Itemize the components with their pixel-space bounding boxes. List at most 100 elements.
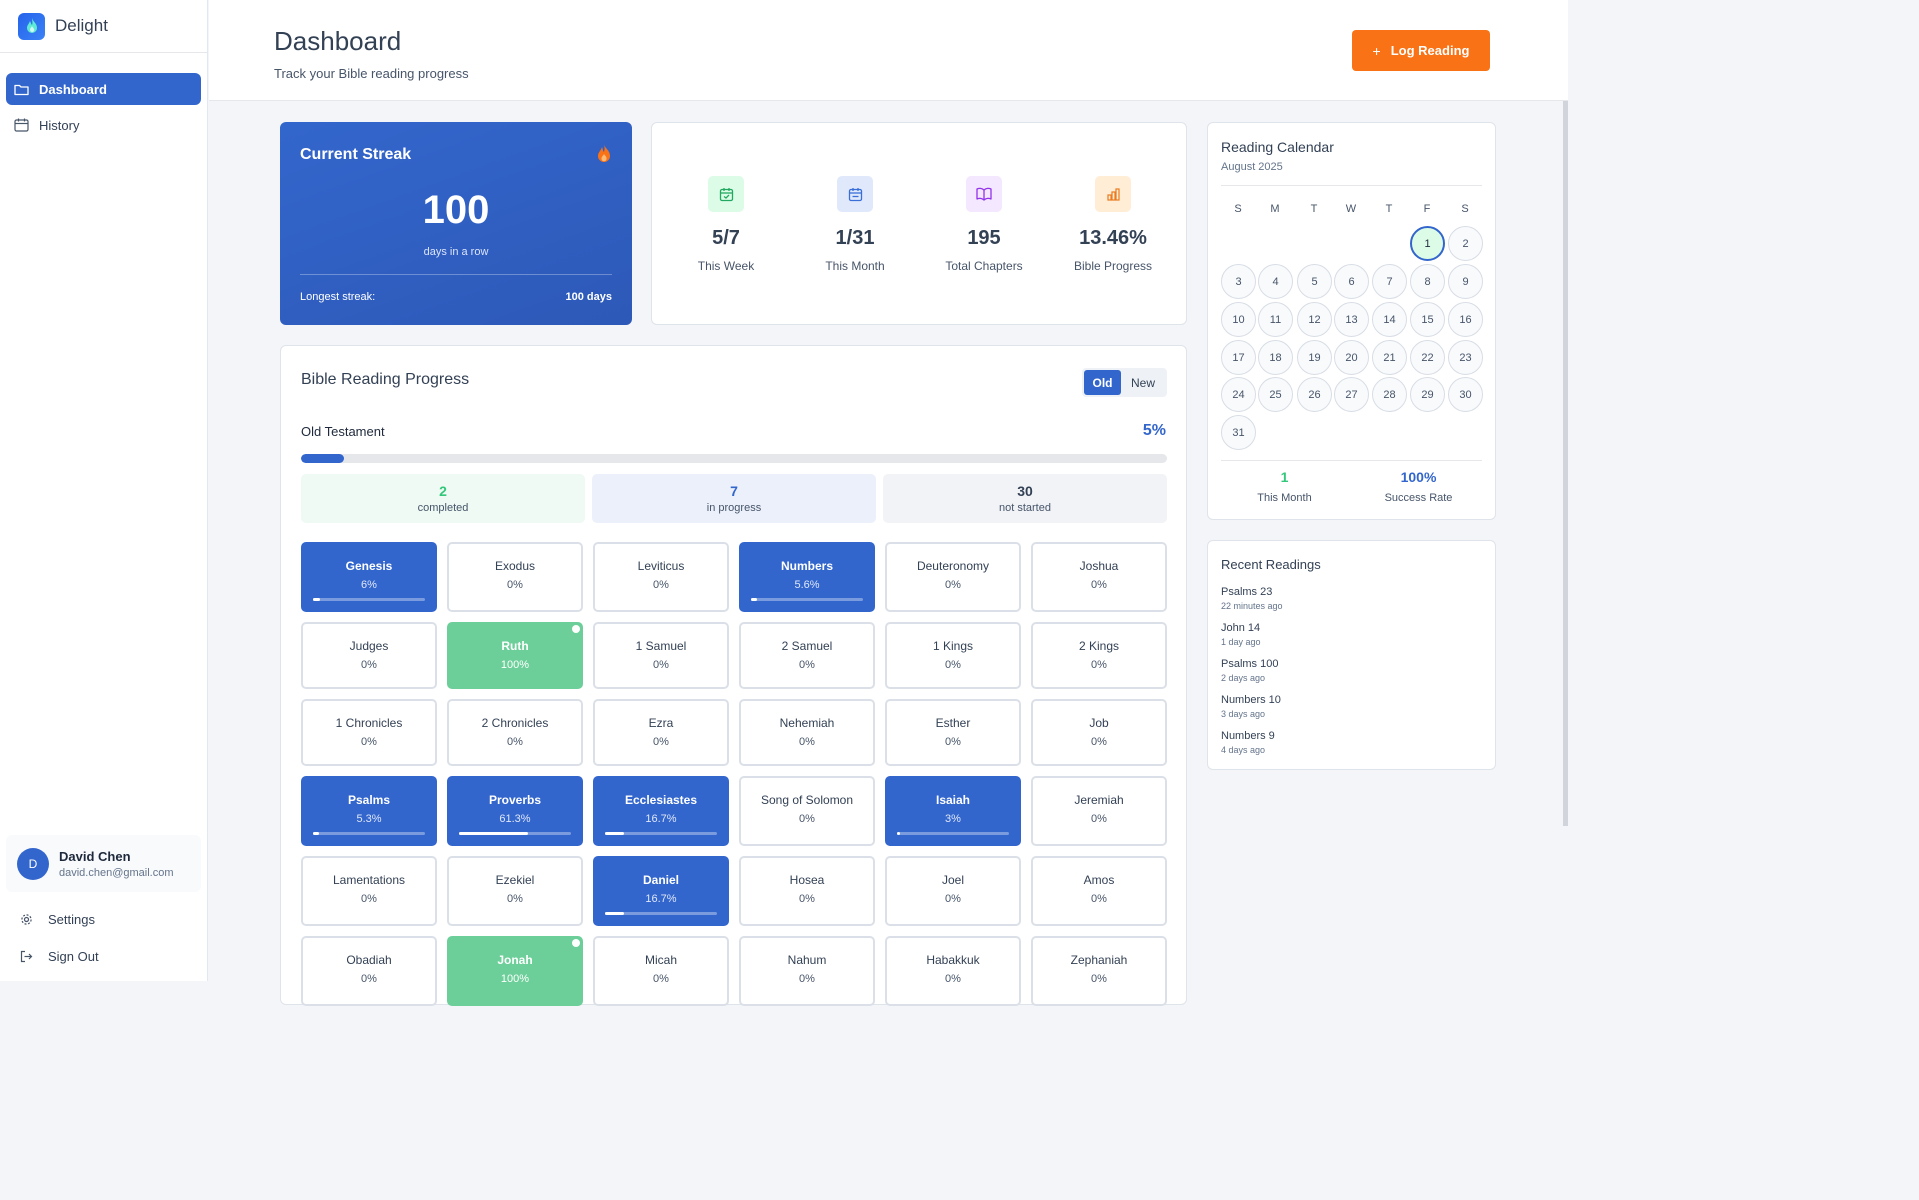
book-card-2-kings[interactable]: 2 Kings 0%	[1031, 622, 1167, 689]
calendar-day[interactable]: 14	[1372, 302, 1407, 337]
recent-item[interactable]: Psalms 100 2 days ago	[1221, 658, 1278, 683]
book-card-jonah[interactable]: Jonah 100%	[447, 936, 583, 1006]
sign-out-link[interactable]: Sign Out	[20, 949, 99, 964]
toggle-old-button[interactable]: Old	[1084, 370, 1121, 395]
calendar-icon	[837, 176, 873, 212]
calendar-day[interactable]: 28	[1372, 377, 1407, 412]
toggle-new-button[interactable]: New	[1123, 370, 1163, 395]
book-card-deuteronomy[interactable]: Deuteronomy 0%	[885, 542, 1021, 612]
book-card-daniel[interactable]: Daniel 16.7%	[593, 856, 729, 926]
book-card-song-of-solomon[interactable]: Song of Solomon 0%	[739, 776, 875, 846]
calendar-day[interactable]: 23	[1448, 340, 1483, 375]
progress-fill	[313, 598, 320, 601]
recent-item[interactable]: Numbers 9 4 days ago	[1221, 730, 1275, 755]
calendar-day[interactable]: 22	[1410, 340, 1445, 375]
sidebar-item-dashboard[interactable]: Dashboard	[6, 73, 201, 105]
book-name: Lamentations	[332, 873, 406, 887]
book-card-2-samuel[interactable]: 2 Samuel 0%	[739, 622, 875, 689]
calendar-day[interactable]: 2	[1448, 226, 1483, 261]
book-card-leviticus[interactable]: Leviticus 0%	[593, 542, 729, 612]
calendar-day[interactable]: 1	[1410, 226, 1445, 261]
calendar-day[interactable]: 18	[1258, 340, 1293, 375]
book-card-habakkuk[interactable]: Habakkuk 0%	[885, 936, 1021, 1006]
calendar-day[interactable]: 29	[1410, 377, 1445, 412]
calendar-day[interactable]: 11	[1258, 302, 1293, 337]
calendar-day[interactable]: 6	[1334, 264, 1369, 299]
calendar-day[interactable]: 13	[1334, 302, 1369, 337]
settings-link[interactable]: Settings	[20, 912, 95, 927]
calendar-day[interactable]: 24	[1221, 377, 1256, 412]
book-card-1-chronicles[interactable]: 1 Chronicles 0%	[301, 699, 437, 766]
book-card-nehemiah[interactable]: Nehemiah 0%	[739, 699, 875, 766]
divider	[1221, 460, 1482, 461]
progress-fill	[897, 832, 901, 835]
calendar-day[interactable]: 9	[1448, 264, 1483, 299]
calendar-day[interactable]: 7	[1372, 264, 1407, 299]
book-card-numbers[interactable]: Numbers 5.6%	[739, 542, 875, 612]
weekday-label: F	[1423, 203, 1431, 215]
book-card-2-chronicles[interactable]: 2 Chronicles 0%	[447, 699, 583, 766]
calendar-day[interactable]: 19	[1297, 340, 1332, 375]
book-card-judges[interactable]: Judges 0%	[301, 622, 437, 689]
book-card-micah[interactable]: Micah 0%	[593, 936, 729, 1006]
book-card-joel[interactable]: Joel 0%	[885, 856, 1021, 926]
longest-streak-value: 100 days	[565, 291, 612, 303]
calendar-day[interactable]: 15	[1410, 302, 1445, 337]
book-card-proverbs[interactable]: Proverbs 61.3%	[447, 776, 583, 846]
recent-item-name: Numbers 10	[1221, 694, 1281, 706]
calendar-day[interactable]: 25	[1258, 377, 1293, 412]
book-card-ezekiel[interactable]: Ezekiel 0%	[447, 856, 583, 926]
book-card-zephaniah[interactable]: Zephaniah 0%	[1031, 936, 1167, 1006]
book-card-amos[interactable]: Amos 0%	[1031, 856, 1167, 926]
book-card-joshua[interactable]: Joshua 0%	[1031, 542, 1167, 612]
flame-icon	[596, 143, 612, 168]
book-card-exodus[interactable]: Exodus 0%	[447, 542, 583, 612]
book-card-esther[interactable]: Esther 0%	[885, 699, 1021, 766]
stat-label: Total Chapters	[945, 259, 1023, 273]
book-card-psalms[interactable]: Psalms 5.3%	[301, 776, 437, 846]
calendar-day[interactable]: 17	[1221, 340, 1256, 375]
book-card-ruth[interactable]: Ruth 100%	[447, 622, 583, 689]
book-card-ezra[interactable]: Ezra 0%	[593, 699, 729, 766]
book-card-ecclesiastes[interactable]: Ecclesiastes 16.7%	[593, 776, 729, 846]
recent-item[interactable]: Psalms 23 22 minutes ago	[1221, 586, 1283, 611]
book-card-isaiah[interactable]: Isaiah 3%	[885, 776, 1021, 846]
book-card-job[interactable]: Job 0%	[1031, 699, 1167, 766]
book-card-obadiah[interactable]: Obadiah 0%	[301, 936, 437, 1006]
book-card-lamentations[interactable]: Lamentations 0%	[301, 856, 437, 926]
sidebar-item-label: Dashboard	[39, 81, 107, 97]
sidebar-item-history[interactable]: History	[6, 109, 201, 141]
calendar-day[interactable]: 4	[1258, 264, 1293, 299]
calendar-day[interactable]: 10	[1221, 302, 1256, 337]
brand[interactable]: Delight	[0, 0, 207, 53]
calendar-day[interactable]: 16	[1448, 302, 1483, 337]
book-card-nahum[interactable]: Nahum 0%	[739, 936, 875, 1006]
scrollbar[interactable]	[1563, 101, 1568, 826]
calendar-day[interactable]: 27	[1334, 377, 1369, 412]
calendar-day[interactable]: 21	[1372, 340, 1407, 375]
book-card-genesis[interactable]: Genesis 6%	[301, 542, 437, 612]
calendar-day[interactable]: 30	[1448, 377, 1483, 412]
calendar-day[interactable]: 12	[1297, 302, 1332, 337]
book-card-jeremiah[interactable]: Jeremiah 0%	[1031, 776, 1167, 846]
calendar-day[interactable]: 31	[1221, 415, 1256, 450]
log-reading-button[interactable]: + Log Reading	[1352, 30, 1490, 71]
book-name: Nahum	[787, 953, 827, 967]
book-card-1-kings[interactable]: 1 Kings 0%	[885, 622, 1021, 689]
calendar-day[interactable]: 20	[1334, 340, 1369, 375]
calendar-day[interactable]: 3	[1221, 264, 1256, 299]
calendar-stat-this-month: 1 This Month	[1217, 469, 1352, 504]
streak-title: Current Streak	[300, 146, 412, 163]
book-percent: 0%	[799, 813, 815, 825]
recent-item[interactable]: Numbers 10 3 days ago	[1221, 694, 1281, 719]
book-card-1-samuel[interactable]: 1 Samuel 0%	[593, 622, 729, 689]
testament-progress-bar	[301, 454, 1167, 463]
calendar-day[interactable]: 5	[1297, 264, 1332, 299]
calendar-day[interactable]: 8	[1410, 264, 1445, 299]
book-card-hosea[interactable]: Hosea 0%	[739, 856, 875, 926]
user-card[interactable]: D David Chen david.chen@gmail.com	[6, 835, 201, 892]
book-name: Ruth	[501, 639, 529, 653]
book-percent: 0%	[507, 736, 523, 748]
calendar-day[interactable]: 26	[1297, 377, 1332, 412]
recent-item[interactable]: John 14 1 day ago	[1221, 622, 1261, 647]
